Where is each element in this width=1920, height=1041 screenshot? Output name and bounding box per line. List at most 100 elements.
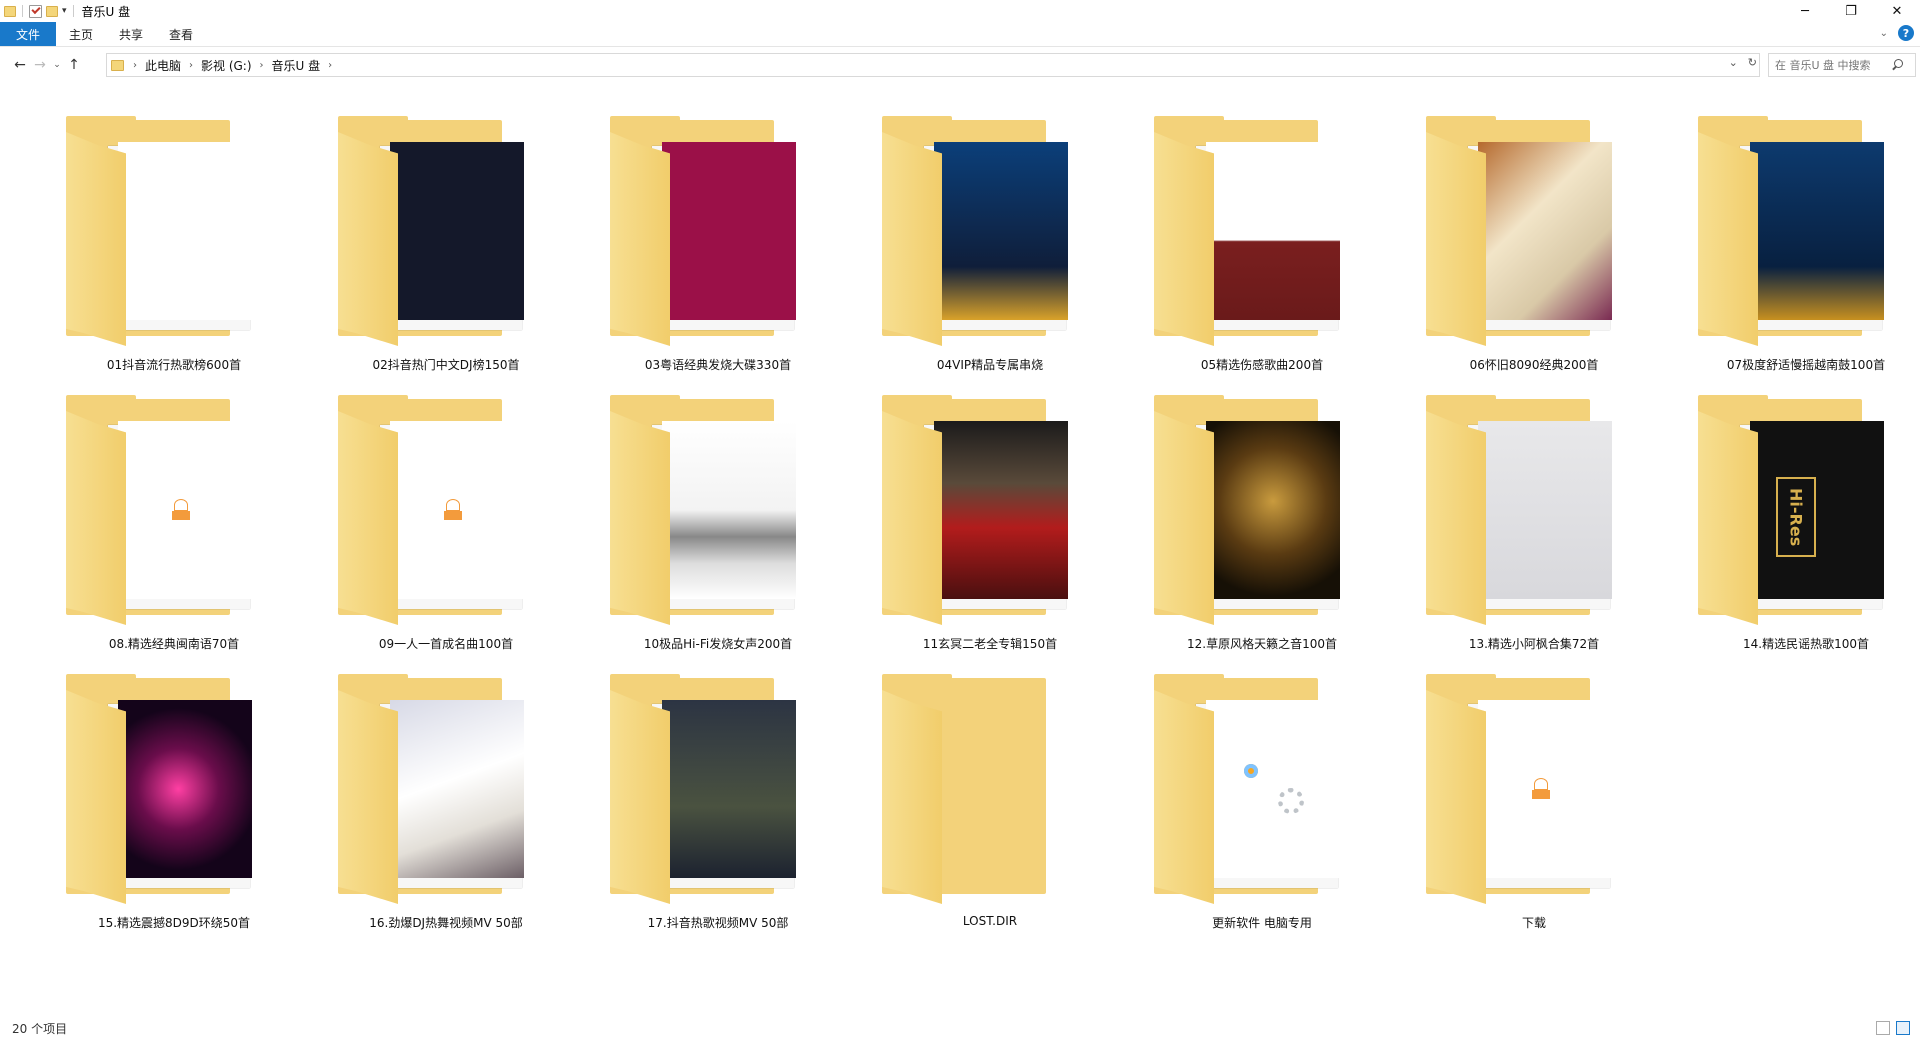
folder-item[interactable]: 11玄冥二老全专辑150首 xyxy=(854,389,1126,668)
folder-label[interactable]: 09一人一首成名曲100首 xyxy=(310,635,582,652)
folder-thumbnail xyxy=(1206,421,1340,599)
folder-icon[interactable] xyxy=(1698,116,1884,346)
address-bar[interactable]: › 此电脑 › 影视 (G:) › 音乐U 盘 › ⌄ ↻ xyxy=(106,53,1760,77)
folder-icon[interactable] xyxy=(1426,674,1612,904)
folder-label[interactable]: 06怀旧8090经典200首 xyxy=(1398,356,1670,373)
breadcrumb-separator[interactable]: › xyxy=(130,60,140,71)
folder-icon[interactable] xyxy=(1426,116,1612,346)
folder-item[interactable]: 05精选伤感歌曲200首 xyxy=(1126,110,1398,389)
folder-icon[interactable] xyxy=(1154,395,1340,625)
title-bar: ▾ 音乐U 盘 ─ ❐ ✕ xyxy=(0,0,1920,22)
folder-item[interactable]: 16.劲爆DJ热舞视频MV 50部 xyxy=(310,668,582,947)
folder-label[interactable]: 03粤语经典发烧大碟330首 xyxy=(582,356,854,373)
search-box[interactable] xyxy=(1768,53,1916,77)
folder-icon[interactable] xyxy=(338,395,524,625)
folder-icon[interactable] xyxy=(1154,116,1340,346)
folder-label[interactable]: 01抖音流行热歌榜600首 xyxy=(38,356,310,373)
view-switcher xyxy=(1876,1021,1910,1035)
recent-locations-button[interactable]: ⌄ xyxy=(50,53,64,77)
folder-label[interactable]: 07极度舒适慢摇越南鼓100首 xyxy=(1670,356,1920,373)
folder-item[interactable]: 03粤语经典发烧大碟330首 xyxy=(582,110,854,389)
folder-item[interactable]: 下载 xyxy=(1398,668,1670,947)
customize-quick-access-button[interactable]: ▾ xyxy=(62,6,67,16)
folder-item[interactable]: 12.草原风格天籁之音100首 xyxy=(1126,389,1398,668)
breadcrumb-drive-g[interactable]: 影视 (G:) xyxy=(196,57,257,74)
folder-label[interactable]: 08.精选经典闽南语70首 xyxy=(38,635,310,652)
folder-item[interactable]: 02抖音热门中文DJ榜150首 xyxy=(310,110,582,389)
expand-ribbon-chevron-icon[interactable]: ⌄ xyxy=(1880,28,1888,39)
folder-icon[interactable] xyxy=(882,395,1068,625)
folder-front xyxy=(66,411,126,625)
folder-item[interactable]: 06怀旧8090经典200首 xyxy=(1398,110,1670,389)
refresh-button[interactable]: ↻ xyxy=(1748,56,1757,69)
folder-item[interactable]: 15.精选震撼8D9D环绕50首 xyxy=(38,668,310,947)
folder-front xyxy=(1426,411,1486,625)
large-icons-view-button[interactable] xyxy=(1896,1021,1910,1035)
folder-icon[interactable]: Hi-Res xyxy=(1698,395,1884,625)
breadcrumb-separator[interactable]: › xyxy=(186,60,196,71)
folder-icon[interactable] xyxy=(338,674,524,904)
tab-view[interactable]: 查看 xyxy=(156,22,206,46)
breadcrumb-separator[interactable]: › xyxy=(325,60,335,71)
properties-icon[interactable] xyxy=(29,4,42,18)
folder-icon[interactable] xyxy=(882,674,1064,904)
folder-label[interactable]: 15.精选震撼8D9D环绕50首 xyxy=(38,914,310,931)
folder-label[interactable]: 下载 xyxy=(1398,914,1670,931)
folder-icon[interactable] xyxy=(66,116,252,346)
folder-thumbnail xyxy=(1478,700,1612,878)
folder-label[interactable]: 12.草原风格天籁之音100首 xyxy=(1126,635,1398,652)
up-button[interactable]: ↑ xyxy=(64,53,84,77)
folder-label[interactable]: 02抖音热门中文DJ榜150首 xyxy=(310,356,582,373)
folder-icon[interactable] xyxy=(338,116,524,346)
breadcrumb-separator[interactable]: › xyxy=(257,60,267,71)
folder-item[interactable]: 04VIP精品专属串烧 xyxy=(854,110,1126,389)
minimize-button[interactable]: ─ xyxy=(1782,0,1828,22)
new-folder-icon[interactable] xyxy=(46,5,58,17)
help-icon[interactable]: ? xyxy=(1898,25,1914,41)
breadcrumb-this-pc[interactable]: 此电脑 xyxy=(140,57,186,74)
folder-icon[interactable] xyxy=(1426,395,1612,625)
folder-label[interactable]: 17.抖音热歌视频MV 50部 xyxy=(582,914,854,931)
folder-icon[interactable] xyxy=(882,116,1068,346)
folder-icon xyxy=(4,5,16,17)
folder-item[interactable]: 01抖音流行热歌榜600首 xyxy=(38,110,310,389)
folder-icon[interactable] xyxy=(610,674,796,904)
folder-label[interactable]: 16.劲爆DJ热舞视频MV 50部 xyxy=(310,914,582,931)
back-button[interactable]: ← xyxy=(10,53,30,77)
folder-label[interactable]: 10极品Hi-Fi发烧女声200首 xyxy=(582,635,854,652)
forward-button[interactable]: → xyxy=(30,53,50,77)
restore-button[interactable]: ❐ xyxy=(1828,0,1874,22)
search-icon[interactable] xyxy=(1891,59,1903,71)
folder-item[interactable]: 更新软件 电脑专用 xyxy=(1126,668,1398,947)
folder-label[interactable]: 04VIP精品专属串烧 xyxy=(854,356,1126,373)
tab-home[interactable]: 主页 xyxy=(56,22,106,46)
address-dropdown-button[interactable]: ⌄ xyxy=(1729,56,1738,69)
folder-front xyxy=(1426,132,1486,346)
folder-label[interactable]: 05精选伤感歌曲200首 xyxy=(1126,356,1398,373)
tab-file[interactable]: 文件 xyxy=(0,22,57,46)
folder-item[interactable]: 17.抖音热歌视频MV 50部 xyxy=(582,668,854,947)
folder-label[interactable]: 11玄冥二老全专辑150首 xyxy=(854,635,1126,652)
folder-item[interactable]: 08.精选经典闽南语70首 xyxy=(38,389,310,668)
folder-label[interactable]: 更新软件 电脑专用 xyxy=(1126,914,1398,931)
folder-item[interactable]: Hi-Res 14.精选民谣热歌100首 xyxy=(1670,389,1920,668)
folder-label[interactable]: LOST.DIR xyxy=(854,914,1126,928)
close-button[interactable]: ✕ xyxy=(1874,0,1920,22)
folder-item[interactable]: 07极度舒适慢摇越南鼓100首 xyxy=(1670,110,1920,389)
folder-item[interactable]: LOST.DIR xyxy=(854,668,1126,947)
folder-icon[interactable] xyxy=(1154,674,1340,904)
folder-label[interactable]: 13.精选小阿枫合集72首 xyxy=(1398,635,1670,652)
tab-share[interactable]: 共享 xyxy=(106,22,156,46)
folder-icon[interactable] xyxy=(610,395,796,625)
folder-label[interactable]: 14.精选民谣热歌100首 xyxy=(1670,635,1920,652)
folder-item[interactable]: 09一人一首成名曲100首 xyxy=(310,389,582,668)
folder-icon[interactable] xyxy=(610,116,796,346)
folder-icon[interactable] xyxy=(66,395,252,625)
folder-item[interactable]: 10极品Hi-Fi发烧女声200首 xyxy=(582,389,854,668)
breadcrumb-current-folder[interactable]: 音乐U 盘 xyxy=(267,57,326,74)
app-icon xyxy=(1244,764,1258,778)
folder-icon[interactable] xyxy=(66,674,252,904)
search-input[interactable] xyxy=(1775,58,1891,72)
details-view-button[interactable] xyxy=(1876,1021,1890,1035)
folder-item[interactable]: 13.精选小阿枫合集72首 xyxy=(1398,389,1670,668)
